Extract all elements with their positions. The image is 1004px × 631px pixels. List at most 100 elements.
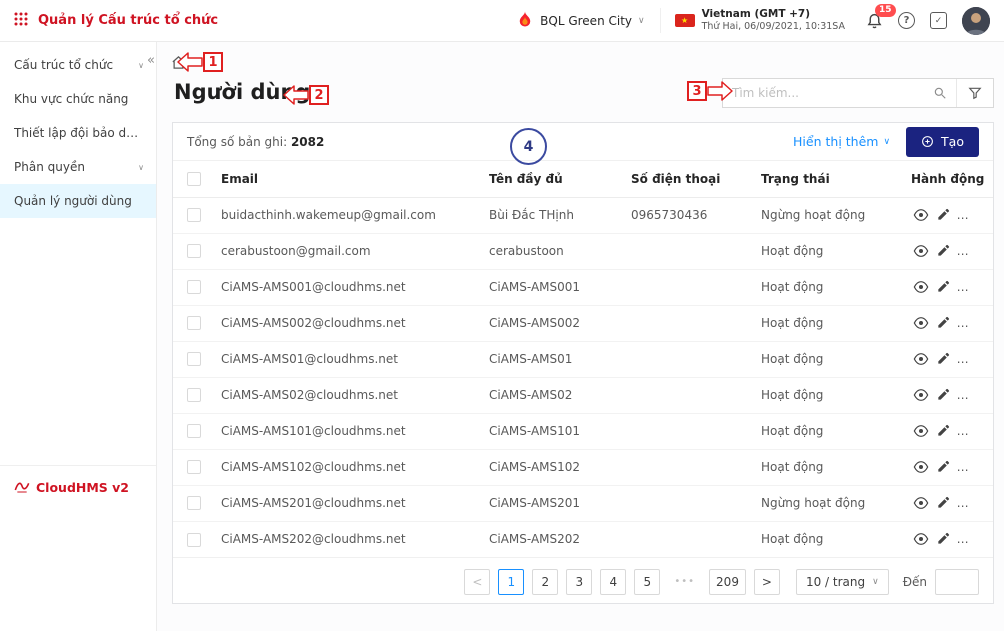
- next-page-button[interactable]: >: [754, 569, 780, 595]
- sidebar-collapse-button[interactable]: «: [147, 53, 155, 68]
- filter-icon[interactable]: [957, 86, 993, 100]
- sidebar-item-2[interactable]: Thiết lập đội bảo dưỡng khu ...: [0, 116, 156, 150]
- timezone-name: Vietnam (GMT +7): [702, 8, 845, 21]
- chevron-down-icon: ∨: [872, 577, 879, 587]
- edit-icon[interactable]: [934, 424, 953, 438]
- org-selector[interactable]: BQL Green City ∨: [516, 10, 644, 31]
- view-icon[interactable]: [911, 532, 930, 546]
- edit-icon[interactable]: [934, 208, 953, 222]
- cell-phone: [623, 269, 753, 305]
- sidebar-item-1[interactable]: Khu vực chức năng: [0, 82, 156, 116]
- row-checkbox[interactable]: [187, 388, 201, 402]
- more-actions-icon[interactable]: ···: [979, 316, 993, 330]
- cell-status: Hoạt động: [753, 233, 903, 269]
- sidebar-footer: CloudHMS v2: [0, 465, 156, 509]
- view-icon[interactable]: [911, 208, 930, 222]
- cell-fullname: cerabustoon: [481, 233, 623, 269]
- row-checkbox[interactable]: [187, 208, 201, 222]
- avatar[interactable]: [962, 7, 990, 35]
- cell-fullname: CiAMS-AMS001: [481, 269, 623, 305]
- page-button-1[interactable]: 1: [498, 569, 524, 595]
- show-more-link[interactable]: Hiển thị thêm ∨: [793, 134, 890, 149]
- cell-status: Hoạt động: [753, 305, 903, 341]
- page-button-5[interactable]: 5: [634, 569, 660, 595]
- more-actions-icon[interactable]: ···: [979, 424, 993, 438]
- cell-phone: [623, 521, 753, 557]
- total-records-label: Tổng số bản ghi:: [187, 135, 287, 149]
- row-checkbox[interactable]: [187, 280, 201, 294]
- cell-phone: [623, 449, 753, 485]
- edit-icon[interactable]: [934, 316, 953, 330]
- more-actions-icon[interactable]: ···: [979, 388, 993, 402]
- table-row: CiAMS-AMS02@cloudhms.net CiAMS-AMS02 Hoạ…: [173, 377, 993, 413]
- lock-icon[interactable]: [957, 496, 976, 511]
- lock-icon[interactable]: [957, 280, 976, 295]
- table-row: CiAMS-AMS101@cloudhms.net CiAMS-AMS101 H…: [173, 413, 993, 449]
- more-actions-icon[interactable]: ···: [979, 496, 993, 510]
- row-checkbox[interactable]: [187, 316, 201, 330]
- more-actions-icon[interactable]: ···: [979, 532, 993, 546]
- widget-icon[interactable]: ✓: [930, 12, 947, 29]
- edit-icon[interactable]: [934, 388, 953, 402]
- view-icon[interactable]: [911, 352, 930, 366]
- cell-fullname: CiAMS-AMS102: [481, 449, 623, 485]
- help-icon[interactable]: ?: [898, 12, 915, 29]
- cell-status: Hoạt động: [753, 269, 903, 305]
- view-icon[interactable]: [911, 496, 930, 510]
- sidebar-item-4[interactable]: Quản lý người dùng: [0, 184, 156, 218]
- lock-icon[interactable]: [957, 208, 976, 223]
- create-button[interactable]: Tạo: [906, 127, 979, 157]
- more-actions-icon[interactable]: ···: [979, 208, 993, 222]
- lock-icon[interactable]: [957, 460, 976, 475]
- more-actions-icon[interactable]: ···: [979, 244, 993, 258]
- edit-icon[interactable]: [934, 244, 953, 258]
- page-button-3[interactable]: 3: [566, 569, 592, 595]
- page-button-2[interactable]: 2: [532, 569, 558, 595]
- sidebar-item-3[interactable]: Phân quyền∨: [0, 150, 156, 184]
- edit-icon[interactable]: [934, 280, 953, 294]
- more-actions-icon[interactable]: ···: [979, 352, 993, 366]
- row-checkbox[interactable]: [187, 533, 201, 547]
- view-icon[interactable]: [911, 424, 930, 438]
- search-input[interactable]: [723, 86, 924, 100]
- edit-icon[interactable]: [934, 460, 953, 474]
- search-icon[interactable]: [924, 86, 956, 100]
- edit-icon[interactable]: [934, 352, 953, 366]
- lock-icon[interactable]: [957, 532, 976, 547]
- more-actions-icon[interactable]: ···: [979, 460, 993, 474]
- prev-page-button[interactable]: <: [464, 569, 490, 595]
- app-grid-icon[interactable]: [14, 11, 28, 30]
- sidebar-item-0[interactable]: Cấu trúc tổ chức∨: [0, 48, 156, 82]
- view-icon[interactable]: [911, 460, 930, 474]
- more-actions-icon[interactable]: ···: [979, 280, 993, 294]
- lock-icon[interactable]: [957, 388, 976, 403]
- lock-icon[interactable]: [957, 244, 976, 259]
- edit-icon[interactable]: [934, 496, 953, 510]
- row-checkbox[interactable]: [187, 460, 201, 474]
- chevron-down-icon: ∨: [883, 137, 890, 147]
- table-row: CiAMS-AMS01@cloudhms.net CiAMS-AMS01 Hoạ…: [173, 341, 993, 377]
- row-checkbox[interactable]: [187, 244, 201, 258]
- last-page-button[interactable]: 209: [709, 569, 746, 595]
- notification-badge: 15: [875, 4, 896, 18]
- row-checkbox[interactable]: [187, 496, 201, 510]
- view-icon[interactable]: [911, 280, 930, 294]
- notification-bell-icon[interactable]: 15: [866, 12, 883, 30]
- cloudhms-logo-text: CloudHMS v2: [36, 480, 129, 495]
- lock-icon[interactable]: [957, 316, 976, 331]
- edit-icon[interactable]: [934, 532, 953, 546]
- select-all-checkbox[interactable]: [187, 172, 201, 186]
- row-checkbox[interactable]: [187, 352, 201, 366]
- view-icon[interactable]: [911, 316, 930, 330]
- lock-icon[interactable]: [957, 352, 976, 367]
- main-content: Người dùng Tổng số bản ghi: 2082: [157, 42, 1004, 631]
- view-icon[interactable]: [911, 388, 930, 402]
- header-actions: Hành động: [903, 161, 993, 197]
- cell-phone: [623, 413, 753, 449]
- view-icon[interactable]: [911, 244, 930, 258]
- page-button-4[interactable]: 4: [600, 569, 626, 595]
- lock-icon[interactable]: [957, 424, 976, 439]
- goto-page-input[interactable]: [935, 569, 979, 595]
- page-size-select[interactable]: 10 / trang ∨: [796, 569, 889, 595]
- row-checkbox[interactable]: [187, 424, 201, 438]
